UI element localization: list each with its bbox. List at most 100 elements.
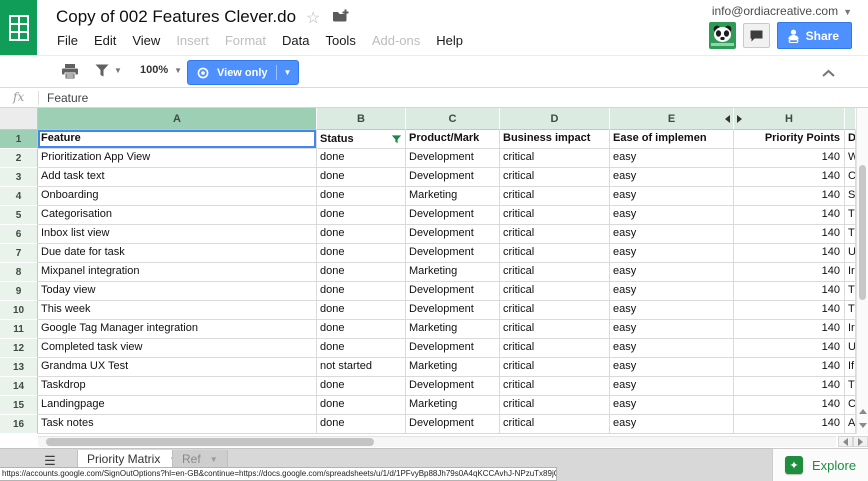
cell-D1[interactable]: Business impact	[500, 130, 610, 149]
cell-I1[interactable]: D	[845, 130, 856, 149]
profile-avatar[interactable]	[709, 22, 736, 49]
cell-A12[interactable]: Completed task view	[38, 339, 317, 358]
cell-I5[interactable]: T	[845, 206, 856, 225]
cell-C1[interactable]: Product/Mark	[406, 130, 500, 149]
cell-C7[interactable]: Development	[406, 244, 500, 263]
cell-B15[interactable]: done	[317, 396, 406, 415]
cell-C11[interactable]: Marketing	[406, 320, 500, 339]
cell-I8[interactable]: Ir	[845, 263, 856, 282]
cell-D15[interactable]: critical	[500, 396, 610, 415]
cell-D16[interactable]: critical	[500, 415, 610, 434]
vertical-scrollbar[interactable]	[856, 108, 868, 434]
cell-D12[interactable]: critical	[500, 339, 610, 358]
cell-I4[interactable]: S	[845, 187, 856, 206]
cell-A13[interactable]: Grandma UX Test	[38, 358, 317, 377]
cell-D9[interactable]: critical	[500, 282, 610, 301]
cell-A10[interactable]: This week	[38, 301, 317, 320]
share-button[interactable]: Share	[777, 22, 852, 49]
cell-D6[interactable]: critical	[500, 225, 610, 244]
cell-I6[interactable]: T	[845, 225, 856, 244]
cell-A16[interactable]: Task notes	[38, 415, 317, 434]
column-header-H[interactable]: H	[734, 108, 845, 130]
cell-I15[interactable]: C	[845, 396, 856, 415]
cell-B14[interactable]: done	[317, 377, 406, 396]
cell-E4[interactable]: easy	[610, 187, 734, 206]
cell-H9[interactable]: 140	[734, 282, 845, 301]
cell-D8[interactable]: critical	[500, 263, 610, 282]
hidden-columns-left-icon[interactable]	[725, 115, 730, 123]
cell-E14[interactable]: easy	[610, 377, 734, 396]
cell-E1[interactable]: Ease of implemen	[610, 130, 734, 149]
cell-H11[interactable]: 140	[734, 320, 845, 339]
cell-B8[interactable]: done	[317, 263, 406, 282]
cell-H13[interactable]: 140	[734, 358, 845, 377]
cell-H8[interactable]: 140	[734, 263, 845, 282]
document-title[interactable]: Copy of 002 Features Clever.do	[56, 7, 296, 27]
column-header-B[interactable]: B	[317, 108, 406, 130]
cell-A8[interactable]: Mixpanel integration	[38, 263, 317, 282]
cell-A3[interactable]: Add task text	[38, 168, 317, 187]
cell-C15[interactable]: Marketing	[406, 396, 500, 415]
row-header-4[interactable]: 4	[0, 187, 38, 206]
cell-B13[interactable]: not started	[317, 358, 406, 377]
cell-E7[interactable]: easy	[610, 244, 734, 263]
cell-B6[interactable]: done	[317, 225, 406, 244]
column-filter-icon[interactable]	[391, 134, 402, 145]
cell-C16[interactable]: Development	[406, 415, 500, 434]
row-header-14[interactable]: 14	[0, 377, 38, 396]
cell-A1[interactable]: Feature	[38, 130, 317, 149]
scroll-up-button[interactable]	[857, 405, 868, 418]
cell-B12[interactable]: done	[317, 339, 406, 358]
cell-E5[interactable]: easy	[610, 206, 734, 225]
cell-A14[interactable]: Taskdrop	[38, 377, 317, 396]
row-header-12[interactable]: 12	[0, 339, 38, 358]
cell-E2[interactable]: easy	[610, 149, 734, 168]
cell-B3[interactable]: done	[317, 168, 406, 187]
scroll-right-button[interactable]	[853, 436, 868, 447]
view-only-button[interactable]: View only ▼	[187, 60, 299, 85]
cell-H14[interactable]: 140	[734, 377, 845, 396]
cell-H7[interactable]: 140	[734, 244, 845, 263]
cell-A7[interactable]: Due date for task	[38, 244, 317, 263]
row-header-8[interactable]: 8	[0, 263, 38, 282]
cell-I9[interactable]: T	[845, 282, 856, 301]
row-header-13[interactable]: 13	[0, 358, 38, 377]
cell-D10[interactable]: critical	[500, 301, 610, 320]
column-header-C[interactable]: C	[406, 108, 500, 130]
comment-button[interactable]	[743, 23, 770, 48]
cell-C8[interactable]: Marketing	[406, 263, 500, 282]
cell-D5[interactable]: critical	[500, 206, 610, 225]
collapse-toolbar-button[interactable]	[821, 65, 836, 83]
cell-A9[interactable]: Today view	[38, 282, 317, 301]
column-header-E[interactable]: E	[610, 108, 734, 130]
column-header-partial[interactable]	[845, 108, 856, 130]
cell-A11[interactable]: Google Tag Manager integration	[38, 320, 317, 339]
column-header-A[interactable]: A	[38, 108, 317, 130]
filter-button[interactable]: ▼	[95, 64, 122, 77]
formula-input[interactable]: Feature	[47, 91, 88, 105]
cell-A5[interactable]: Categorisation	[38, 206, 317, 225]
cell-I10[interactable]: T	[845, 301, 856, 320]
cell-I16[interactable]: A	[845, 415, 856, 434]
cell-I12[interactable]: U	[845, 339, 856, 358]
cell-I3[interactable]: C	[845, 168, 856, 187]
cell-I13[interactable]: If	[845, 358, 856, 377]
menu-tools[interactable]: Tools	[317, 30, 363, 51]
cell-C13[interactable]: Marketing	[406, 358, 500, 377]
cell-C6[interactable]: Development	[406, 225, 500, 244]
cell-B2[interactable]: done	[317, 149, 406, 168]
scroll-down-button[interactable]	[857, 419, 868, 432]
row-header-16[interactable]: 16	[0, 415, 38, 434]
cell-H12[interactable]: 140	[734, 339, 845, 358]
cell-B16[interactable]: done	[317, 415, 406, 434]
move-to-folder-icon[interactable]	[332, 9, 349, 28]
cell-B5[interactable]: done	[317, 206, 406, 225]
cell-B1[interactable]: Status	[317, 130, 406, 149]
cell-C12[interactable]: Development	[406, 339, 500, 358]
cell-H5[interactable]: 140	[734, 206, 845, 225]
cell-D11[interactable]: critical	[500, 320, 610, 339]
cell-H10[interactable]: 140	[734, 301, 845, 320]
menu-view[interactable]: View	[124, 30, 168, 51]
zoom-control[interactable]: 100% ▼	[140, 64, 182, 76]
cell-E13[interactable]: easy	[610, 358, 734, 377]
